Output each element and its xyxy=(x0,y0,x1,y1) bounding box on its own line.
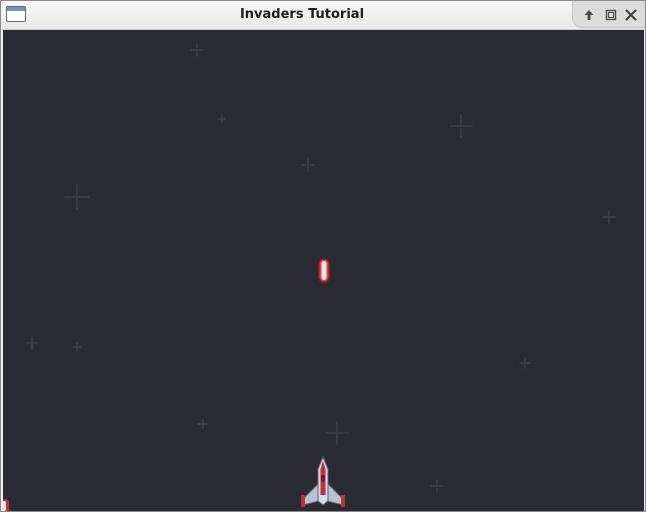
title-bar[interactable]: Invaders Tutorial xyxy=(1,1,645,30)
star-sparkle xyxy=(72,342,82,352)
star-sparkle xyxy=(430,479,444,493)
app-window: Invaders Tutorial xyxy=(0,0,646,512)
star-sparkle xyxy=(325,421,349,445)
starfield xyxy=(3,43,616,511)
star-sparkle xyxy=(449,114,473,138)
star-sparkle xyxy=(301,158,315,172)
game-viewport[interactable] xyxy=(3,30,644,511)
player-laser-bolt xyxy=(318,258,330,283)
player-ship xyxy=(301,455,345,507)
window-controls xyxy=(572,1,645,28)
star-sparkle xyxy=(218,115,226,123)
close-icon[interactable] xyxy=(623,7,639,23)
star-sparkle xyxy=(25,336,39,350)
star-sparkle xyxy=(64,184,90,210)
shade-icon[interactable] xyxy=(581,7,597,23)
window-title: Invaders Tutorial xyxy=(239,7,365,22)
edge-sprite xyxy=(3,499,9,511)
star-sparkle xyxy=(519,357,531,369)
star-sparkle xyxy=(190,43,204,57)
maximize-icon[interactable] xyxy=(603,7,619,23)
star-sparkle xyxy=(197,418,209,430)
star-sparkle xyxy=(602,210,616,224)
